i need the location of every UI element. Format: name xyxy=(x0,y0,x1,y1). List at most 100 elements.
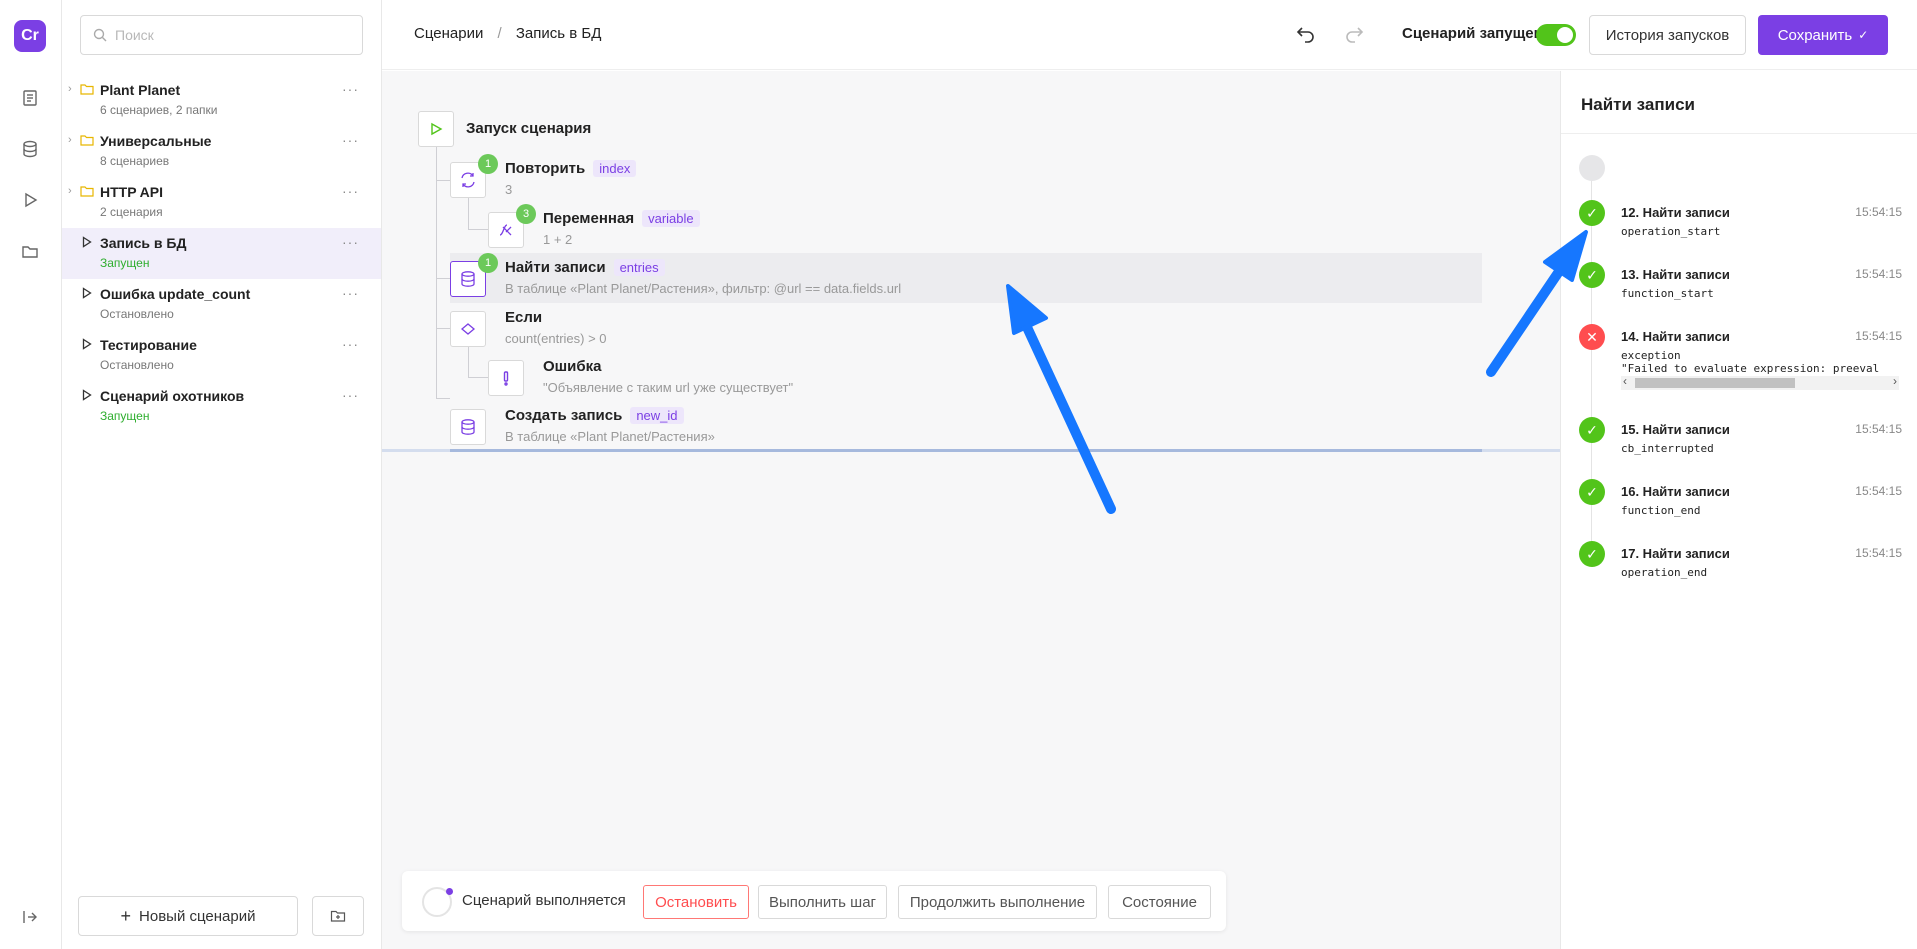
tree-item-meta: 8 сценариев xyxy=(100,154,170,168)
condition-node[interactable] xyxy=(450,311,486,347)
database-icon[interactable] xyxy=(20,139,40,159)
scroll-left-icon[interactable]: ‹ xyxy=(1623,374,1627,388)
sidebar: › Plant Planet 6 сценариев, 2 папки ··· … xyxy=(62,0,382,949)
log-entry-event: cb_interrupted xyxy=(1621,442,1714,455)
folder-plus-icon xyxy=(330,910,346,922)
tree-item-universal[interactable]: › Универсальные 8 сценариев ··· xyxy=(62,126,381,177)
state-button[interactable]: Состояние xyxy=(1108,885,1211,919)
chevron-right-icon[interactable]: › xyxy=(68,83,78,95)
chevron-right-icon[interactable]: › xyxy=(68,134,78,146)
tree-item-title: Запись в БД xyxy=(100,235,187,251)
node-title-text: Ошибка xyxy=(543,358,602,375)
node-description: "Объявление с таким url уже существует" xyxy=(543,380,794,395)
tree-item-http-api[interactable]: › HTTP API 2 сценария ··· xyxy=(62,177,381,228)
log-entry-time: 15:54:15 xyxy=(1855,546,1902,560)
tree-item-update-count-error[interactable]: Ошибка update_count Остановлено ··· xyxy=(62,279,381,330)
search-input[interactable] xyxy=(115,27,345,43)
scenario-tree: › Plant Planet 6 сценариев, 2 папки ··· … xyxy=(62,75,381,432)
node-title: Найти записи entries xyxy=(505,259,665,276)
more-icon[interactable]: ··· xyxy=(342,387,359,403)
log-entry-event: function_start xyxy=(1621,287,1714,300)
tree-item-title: HTTP API xyxy=(100,184,164,200)
folder-icon xyxy=(80,84,94,95)
node-description: В таблице «Plant Planet/Растения», фильт… xyxy=(505,281,902,296)
step-button[interactable]: Выполнить шаг xyxy=(758,885,887,919)
stop-button[interactable]: Остановить xyxy=(643,885,749,919)
play-icon xyxy=(431,122,443,136)
continue-button[interactable]: Продолжить выполнение xyxy=(898,885,1097,919)
run-history-button[interactable]: История запусков xyxy=(1589,15,1746,55)
document-icon[interactable] xyxy=(20,88,40,108)
status-text: Остановлено xyxy=(100,307,174,321)
connector-line xyxy=(436,328,450,329)
node-description: 1 + 2 xyxy=(543,232,573,247)
more-icon[interactable]: ··· xyxy=(342,285,359,301)
tree-item-write-db[interactable]: Запись в БД Запущен ··· xyxy=(62,228,381,279)
log-entry-event: operation_end xyxy=(1621,566,1708,579)
play-icon[interactable] xyxy=(20,190,40,210)
scrollbar-thumb[interactable] xyxy=(1635,378,1795,388)
connector-line xyxy=(436,278,450,279)
panel-title: Найти записи xyxy=(1581,95,1695,114)
success-check-icon: ✓ xyxy=(1579,200,1605,226)
flow-canvas[interactable]: Запуск сценария 1 Повторить index 3 3 Пер… xyxy=(382,71,1560,949)
log-entry-time: 15:54:15 xyxy=(1855,329,1902,343)
play-icon xyxy=(82,236,92,248)
success-check-icon: ✓ xyxy=(1579,541,1605,567)
logout-icon[interactable] xyxy=(20,907,40,927)
breadcrumb-scenarios[interactable]: Сценарии xyxy=(414,25,483,42)
app-logo[interactable]: Cr xyxy=(14,20,46,52)
new-folder-button[interactable] xyxy=(312,896,364,936)
log-entry-name: 14. Найти записи xyxy=(1621,329,1730,344)
node-title-text: Переменная xyxy=(543,210,635,227)
execution-progress-fill xyxy=(450,449,1482,452)
breadcrumb-current: Запись в БД xyxy=(515,25,602,42)
save-button[interactable]: Сохранить ✓ xyxy=(1758,15,1888,55)
connector-line xyxy=(468,346,469,378)
scenario-running-toggle[interactable] xyxy=(1536,24,1576,46)
more-icon[interactable]: ··· xyxy=(342,81,359,97)
undo-icon[interactable] xyxy=(1294,22,1318,46)
node-title: Переменная variable xyxy=(543,210,700,227)
start-node[interactable] xyxy=(418,111,454,147)
more-icon[interactable]: ··· xyxy=(342,132,359,148)
variable-tag: new_id xyxy=(630,407,684,424)
status-text: Запущен xyxy=(100,256,150,270)
success-check-icon: ✓ xyxy=(1579,262,1605,288)
connector-line xyxy=(436,147,437,399)
node-title-text: Если xyxy=(505,309,543,326)
more-icon[interactable]: ··· xyxy=(342,234,359,250)
node-title: Создать запись new_id xyxy=(505,407,684,424)
breadcrumb: Сценарии / Запись в БД xyxy=(414,25,601,42)
tree-item-title: Ошибка update_count xyxy=(100,286,251,302)
redo-icon[interactable] xyxy=(1342,22,1366,46)
folder-icon[interactable] xyxy=(20,241,40,261)
success-check-icon: ✓ xyxy=(1579,479,1605,505)
status-text: Остановлено xyxy=(100,358,174,372)
execution-status-text: Сценарий выполняется xyxy=(462,892,626,909)
execution-progress-line xyxy=(382,449,1560,452)
tree-item-plant-planet[interactable]: › Plant Planet 6 сценариев, 2 папки ··· xyxy=(62,75,381,126)
horizontal-scrollbar[interactable]: ‹ › xyxy=(1621,374,1899,390)
log-entry-event: exception "Failed to evaluate expression… xyxy=(1621,349,1880,375)
node-description: count(entries) > 0 xyxy=(505,331,607,346)
execution-log-panel: Найти записи ✓ 12. Найти записи 15:54:15… xyxy=(1560,71,1917,949)
tree-item-testing[interactable]: Тестирование Остановлено ··· xyxy=(62,330,381,381)
tree-item-meta: 2 сценария xyxy=(100,205,163,219)
node-title: Если xyxy=(505,309,542,326)
more-icon[interactable]: ··· xyxy=(342,183,359,199)
more-icon[interactable]: ··· xyxy=(342,336,359,352)
connector-line xyxy=(468,377,488,378)
new-scenario-button[interactable]: + Новый сценарий xyxy=(78,896,298,936)
chevron-right-icon[interactable]: › xyxy=(68,185,78,197)
tree-item-hunters[interactable]: Сценарий охотников Запущен ··· xyxy=(62,381,381,432)
create-record-node[interactable] xyxy=(450,409,486,445)
log-entry-name: 17. Найти записи xyxy=(1621,546,1730,561)
node-title-text: Найти записи xyxy=(505,259,606,276)
tree-item-meta: 6 сценариев, 2 папки xyxy=(100,103,218,117)
scroll-right-icon[interactable]: › xyxy=(1893,374,1897,388)
variable-tag: entries xyxy=(613,259,665,276)
log-entry-event: function_end xyxy=(1621,504,1701,517)
search-box[interactable] xyxy=(80,15,363,55)
error-node[interactable] xyxy=(488,360,524,396)
